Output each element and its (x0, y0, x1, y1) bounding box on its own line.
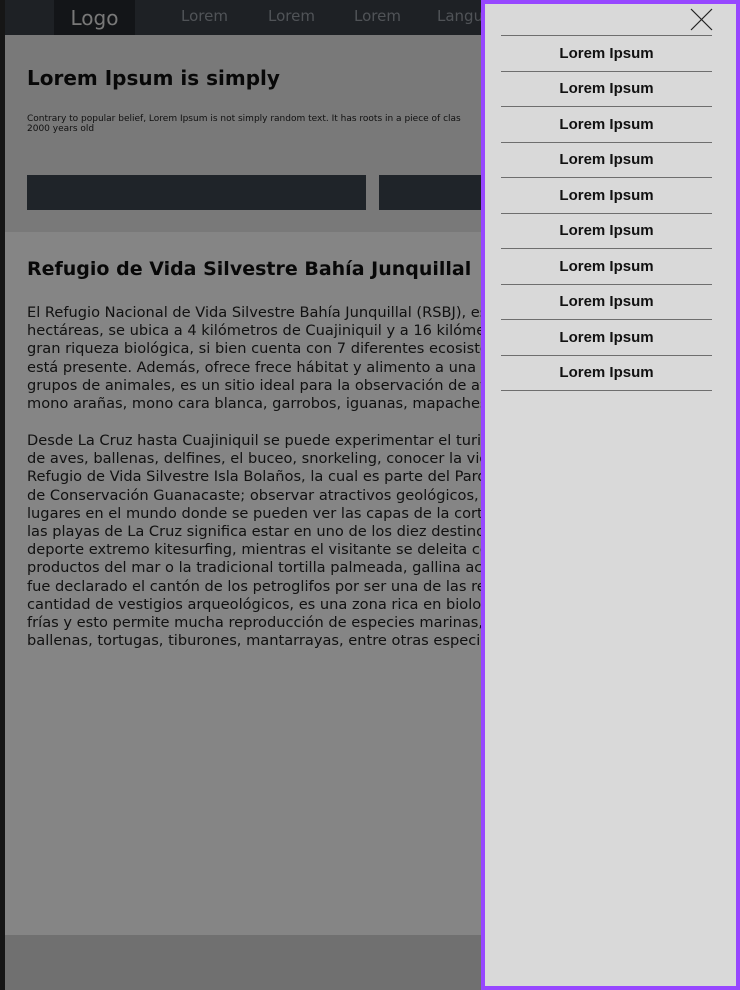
menu-item-3[interactable]: Lorem Ipsum (501, 107, 712, 143)
menu-item-7[interactable]: Lorem Ipsum (501, 249, 712, 285)
menu-item-2[interactable]: Lorem Ipsum (501, 72, 712, 107)
menu-item-6[interactable]: Lorem Ipsum (501, 214, 712, 249)
side-menu-drawer: Lorem Ipsum Lorem Ipsum Lorem Ipsum Lorem I… (481, 0, 740, 990)
close-icon (690, 8, 713, 31)
menu-item-5[interactable]: Lorem Ipsum (501, 178, 712, 214)
menu-item-8[interactable]: Lorem Ipsum (501, 285, 712, 320)
side-menu-list: Lorem Ipsum Lorem Ipsum Lorem Ipsum Lorem I… (501, 35, 712, 391)
menu-item-10[interactable]: Lorem Ipsum (501, 356, 712, 391)
menu-item-9[interactable]: Lorem Ipsum (501, 320, 712, 356)
menu-item-4[interactable]: Lorem Ipsum (501, 143, 712, 178)
close-button[interactable] (686, 5, 716, 35)
menu-item-1[interactable]: Lorem Ipsum (501, 36, 712, 72)
